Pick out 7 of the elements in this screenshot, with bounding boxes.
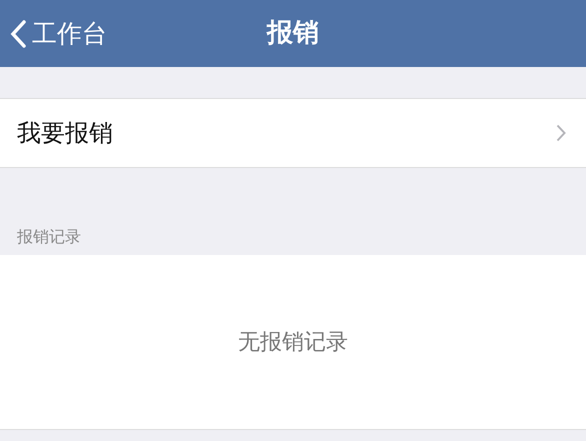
menu-item[interactable]: 我要报销 xyxy=(0,98,586,168)
section-header: 报销记录 xyxy=(17,226,81,248)
page-title: 报销 xyxy=(267,17,319,50)
chevron-icon xyxy=(556,124,566,142)
back-icon xyxy=(10,20,26,48)
empty-message: 无报销记录 xyxy=(238,328,348,356)
back-button[interactable]: 工作台 xyxy=(0,0,107,67)
